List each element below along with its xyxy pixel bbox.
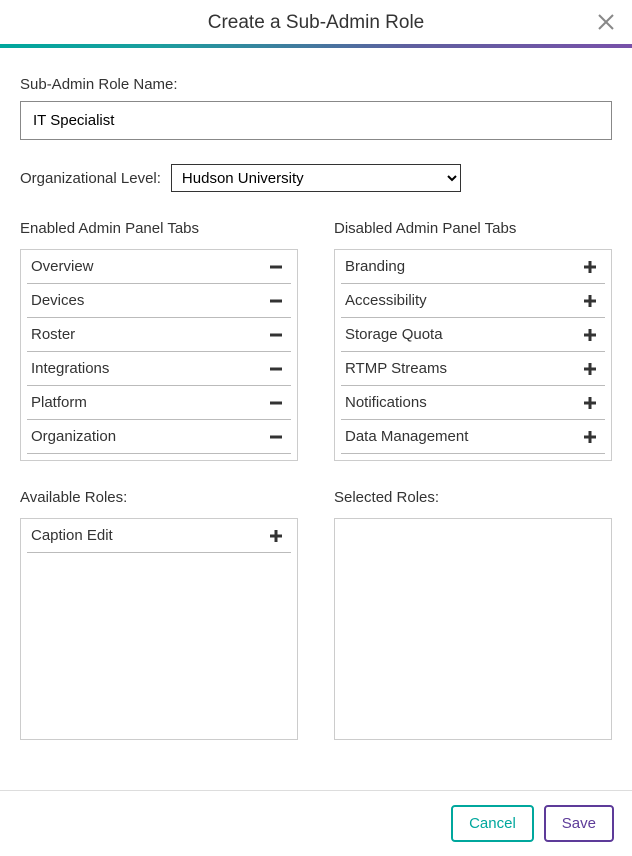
enabled-tab-item[interactable]: Overview [27,250,291,284]
close-button[interactable] [596,12,616,32]
plus-icon[interactable] [583,396,597,410]
minus-icon[interactable] [269,362,283,376]
plus-icon[interactable] [583,362,597,376]
enabled-tabs-column: Enabled Admin Panel Tabs Overview Device… [20,220,298,461]
available-roles-list[interactable]: Caption Edit [20,518,298,740]
available-roles-heading: Available Roles: [20,489,298,506]
plus-icon[interactable] [583,328,597,342]
disabled-tabs-list[interactable]: Branding Accessibility Storage Quota RTM… [334,249,612,461]
enabled-tab-item[interactable]: Platform [27,386,291,420]
plus-icon[interactable] [269,529,283,543]
org-level-field: Organizational Level: Hudson University [20,164,612,192]
disabled-tab-item[interactable]: Notifications [341,386,605,420]
save-button[interactable]: Save [544,805,614,842]
list-item-label: RTMP Streams [345,360,447,377]
available-roles-column: Available Roles: Caption Edit [20,489,298,740]
plus-icon[interactable] [583,260,597,274]
enabled-tab-item[interactable]: Roster [27,318,291,352]
enabled-tabs-list[interactable]: Overview Devices Roster Integrations [20,249,298,461]
selected-roles-heading: Selected Roles: [334,489,612,506]
disabled-tabs-column: Disabled Admin Panel Tabs Branding Acces… [334,220,612,461]
dialog-body: Sub-Admin Role Name: Organizational Leve… [0,48,632,790]
selected-roles-column: Selected Roles: [334,489,612,740]
selected-roles-list[interactable] [334,518,612,740]
available-role-item[interactable]: Caption Edit [27,519,291,553]
list-item-label: Overview [31,258,94,275]
dialog-title: Create a Sub-Admin Role [0,12,632,34]
disabled-tab-item[interactable]: Branding [341,250,605,284]
cancel-button[interactable]: Cancel [451,805,534,842]
minus-icon[interactable] [269,396,283,410]
org-level-select[interactable]: Hudson University [171,164,461,192]
tabs-columns: Enabled Admin Panel Tabs Overview Device… [20,220,612,461]
role-name-label: Sub-Admin Role Name: [20,76,612,93]
dialog-header: Create a Sub-Admin Role [0,0,632,44]
list-item-label: Platform [31,394,87,411]
disabled-tab-item[interactable]: Data Management [341,420,605,454]
list-item-label: Data Management [345,428,468,445]
plus-icon[interactable] [583,294,597,308]
list-item-label: Accessibility [345,292,427,309]
close-icon [596,12,616,32]
enabled-tab-item[interactable]: Devices [27,284,291,318]
list-item-label: Notifications [345,394,427,411]
minus-icon[interactable] [269,430,283,444]
list-item-label: Devices [31,292,84,309]
dialog-footer: Cancel Save [0,790,632,856]
list-item-label: Caption Edit [31,527,113,544]
minus-icon[interactable] [269,294,283,308]
disabled-tabs-heading: Disabled Admin Panel Tabs [334,220,612,237]
list-item-label: Roster [31,326,75,343]
list-item-label: Storage Quota [345,326,443,343]
minus-icon[interactable] [269,328,283,342]
role-name-input[interactable] [20,101,612,140]
role-name-field: Sub-Admin Role Name: [20,76,612,140]
list-item-label: Branding [345,258,405,275]
disabled-tab-item[interactable]: Storage Quota [341,318,605,352]
create-subadmin-dialog: Create a Sub-Admin Role Sub-Admin Role N… [0,0,632,856]
org-level-label: Organizational Level: [20,170,161,187]
list-item-label: Integrations [31,360,109,377]
plus-icon[interactable] [583,430,597,444]
disabled-tab-item[interactable]: Accessibility [341,284,605,318]
minus-icon[interactable] [269,260,283,274]
list-item-label: Organization [31,428,116,445]
enabled-tab-item[interactable]: Organization [27,420,291,454]
disabled-tab-item[interactable]: RTMP Streams [341,352,605,386]
enabled-tab-item[interactable]: Integrations [27,352,291,386]
enabled-tabs-heading: Enabled Admin Panel Tabs [20,220,298,237]
roles-columns: Available Roles: Caption Edit Selected R… [20,489,612,740]
